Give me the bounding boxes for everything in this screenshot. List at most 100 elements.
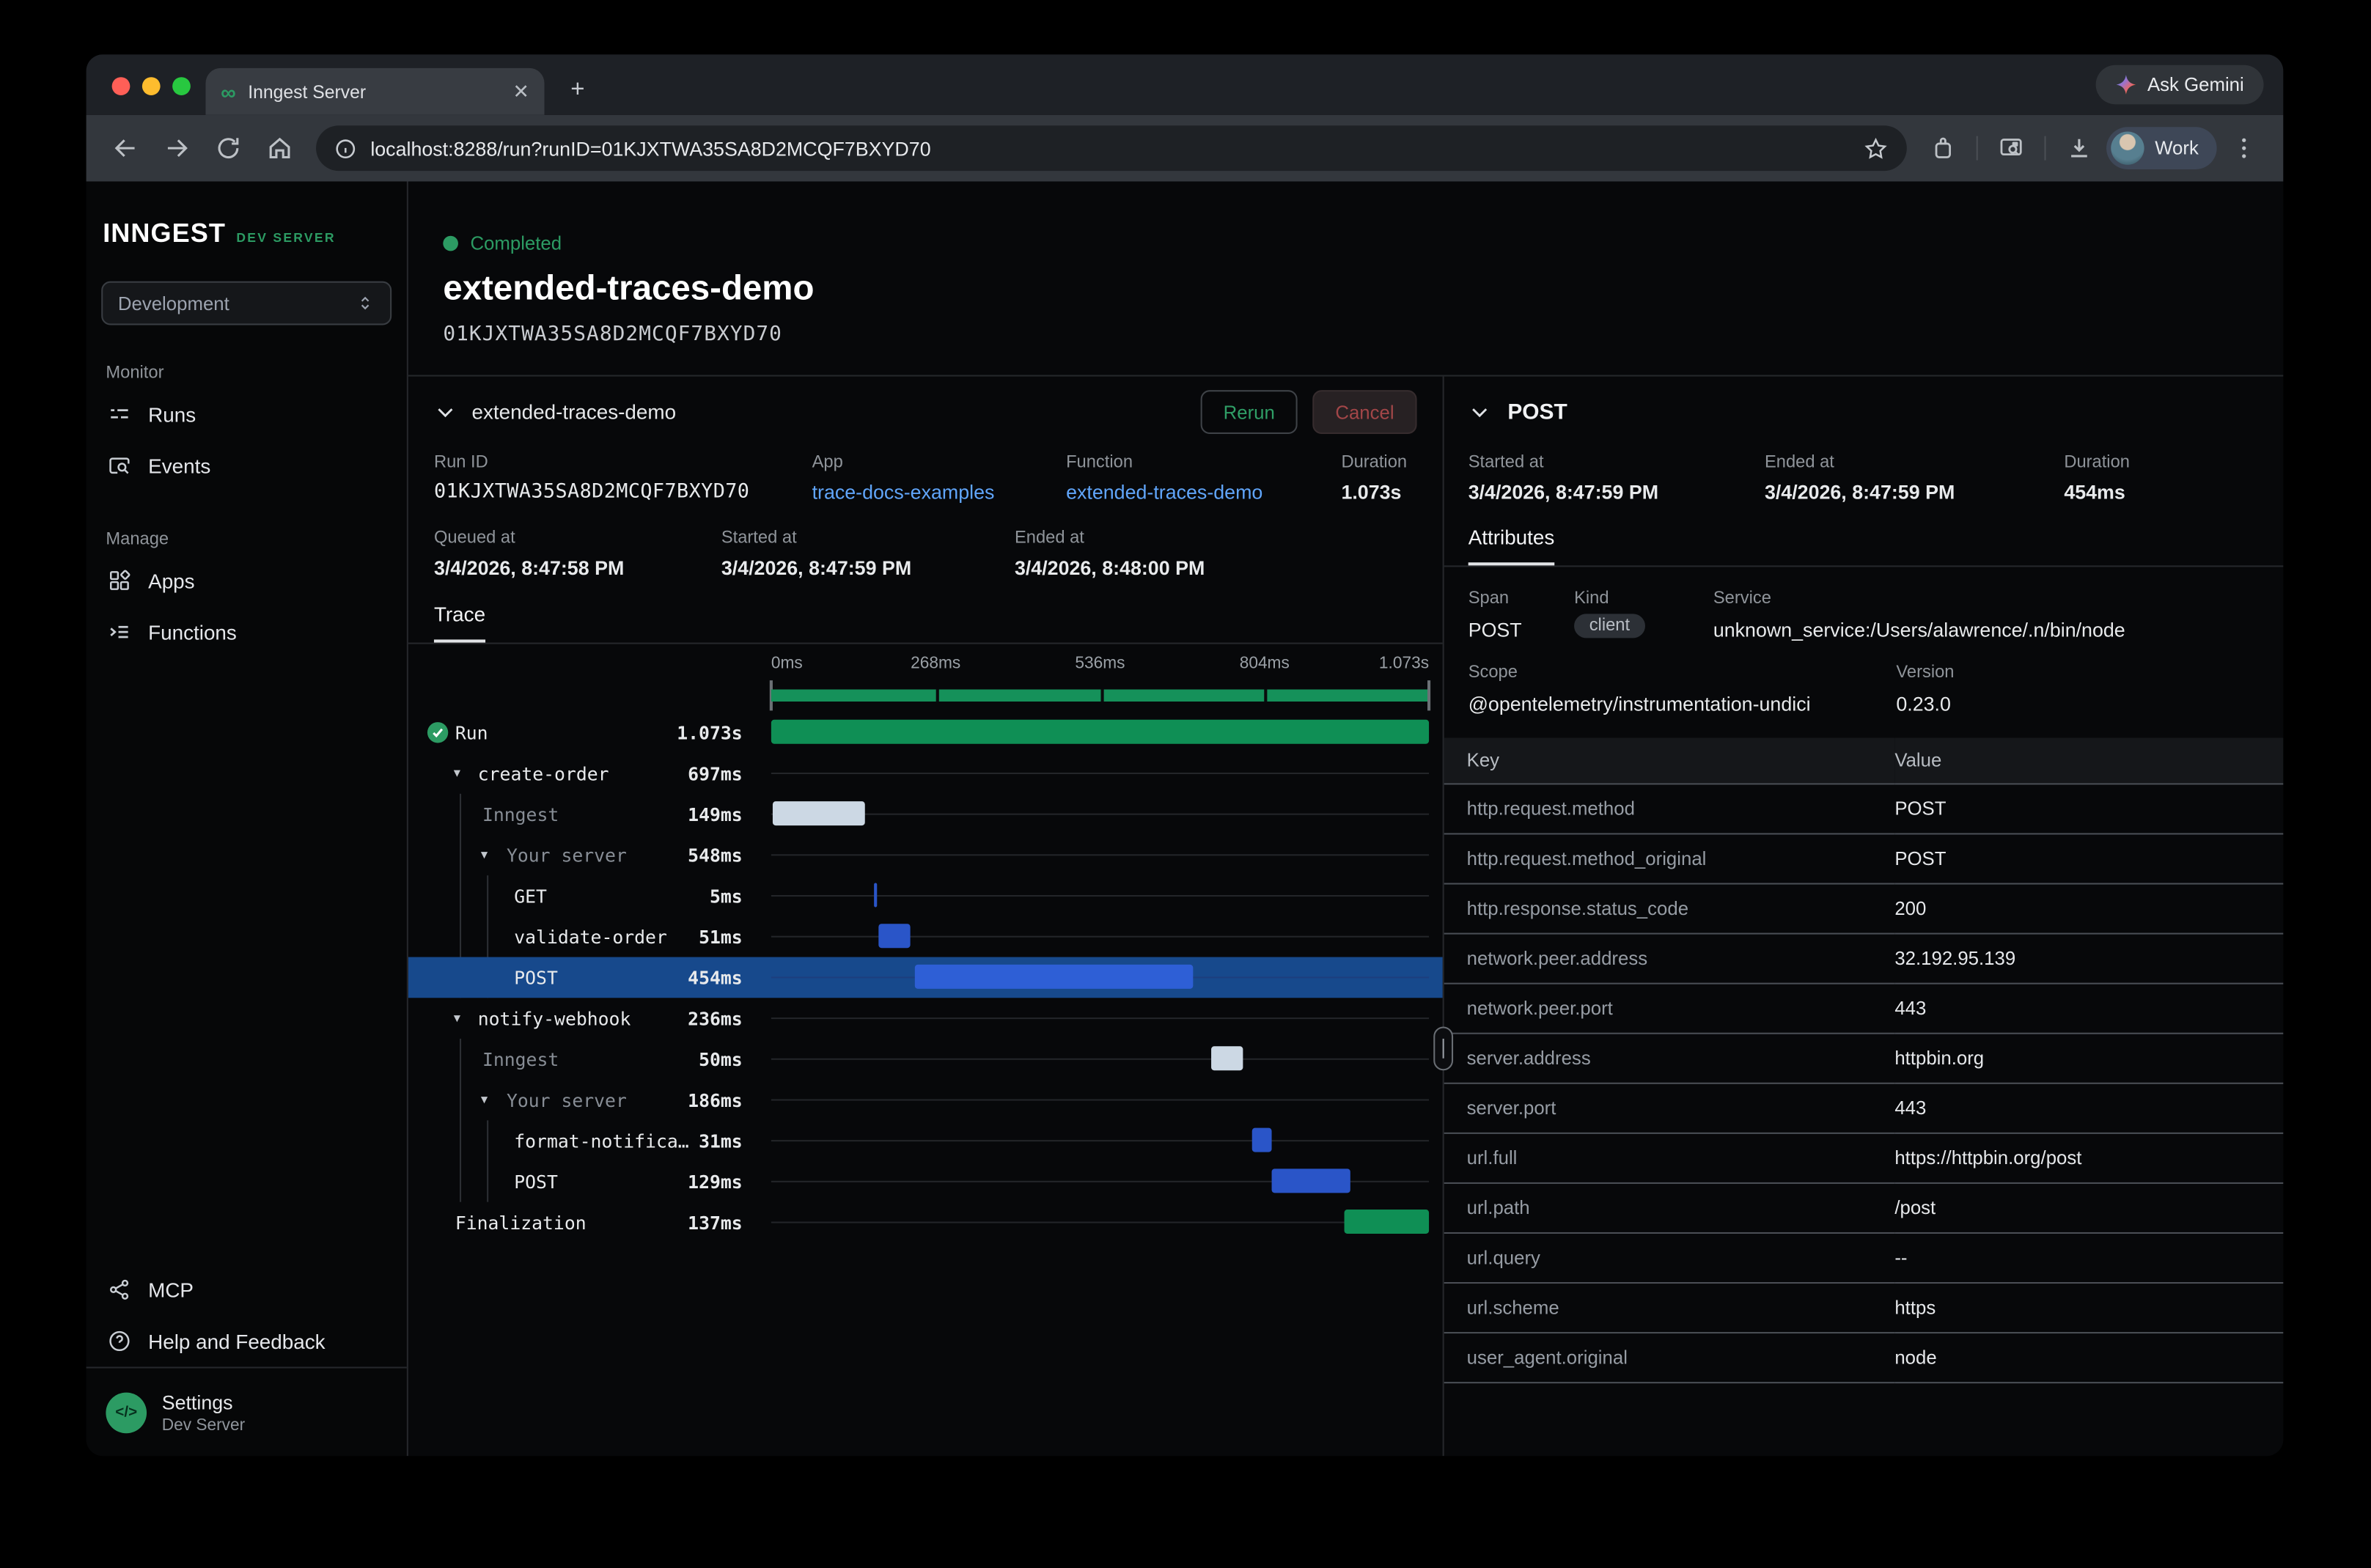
queued-at-value: 3/4/2026, 8:47:58 PM bbox=[434, 556, 721, 579]
tab-attributes[interactable]: Attributes bbox=[1468, 526, 1555, 566]
waterfall-rows: Run1.073s▾create-order697msInngest149ms▾… bbox=[408, 712, 1443, 1243]
span-duration: 548ms bbox=[688, 845, 743, 866]
span-duration: 5ms bbox=[710, 886, 743, 908]
trace-waterfall: 0ms268ms536ms804ms1.073s bbox=[408, 644, 1443, 1243]
collapse-caret-icon[interactable]: ▾ bbox=[454, 764, 460, 784]
settings-subtitle: Dev Server bbox=[162, 1416, 246, 1435]
tab-close-icon[interactable]: ✕ bbox=[512, 81, 529, 101]
cancel-button[interactable]: Cancel bbox=[1312, 390, 1416, 434]
timeline-minimap[interactable] bbox=[771, 679, 1429, 712]
trace-row[interactable]: ▾create-order697ms bbox=[408, 753, 1443, 794]
trace-row[interactable]: ▾Your server186ms bbox=[408, 1080, 1443, 1121]
app-link[interactable]: trace-docs-examples bbox=[812, 481, 1067, 504]
span-bar[interactable] bbox=[1253, 1128, 1272, 1152]
meta-label: Queued at bbox=[434, 529, 721, 548]
span-name: POST bbox=[514, 968, 558, 989]
avatar bbox=[2111, 131, 2144, 164]
tab-search-button[interactable] bbox=[1987, 124, 2035, 172]
sidebar-item-mcp[interactable]: MCP bbox=[87, 1264, 407, 1315]
trace-row[interactable]: Inngest50ms bbox=[408, 1039, 1443, 1080]
sidebar-item-functions[interactable]: Functions bbox=[87, 606, 407, 658]
tab-trace[interactable]: Trace bbox=[434, 603, 485, 643]
monitor-section-label: Monitor bbox=[106, 364, 406, 383]
address-bar[interactable]: localhost:8288/run?runID=01KJXTWA35SA8D2… bbox=[316, 125, 1907, 171]
attribute-value: node bbox=[1894, 1332, 2283, 1382]
span-bar[interactable] bbox=[773, 801, 865, 825]
chevron-down-icon[interactable] bbox=[434, 401, 457, 424]
sidebar-item-label: Runs bbox=[148, 403, 196, 426]
bookmark-star-icon[interactable] bbox=[1863, 136, 1889, 161]
sidebar-item-runs[interactable]: Runs bbox=[87, 389, 407, 440]
browser-menu-button[interactable] bbox=[2220, 124, 2268, 172]
collapse-caret-icon[interactable]: ▾ bbox=[481, 1090, 488, 1110]
home-button[interactable] bbox=[256, 124, 304, 172]
reload-button[interactable] bbox=[204, 124, 252, 172]
span-bar[interactable] bbox=[878, 924, 910, 948]
minimize-window-button[interactable] bbox=[142, 77, 161, 95]
timeline-track bbox=[771, 936, 1429, 938]
back-button[interactable] bbox=[101, 124, 150, 172]
trace-row[interactable]: Finalization137ms bbox=[408, 1202, 1443, 1243]
check-circle-icon bbox=[427, 721, 449, 744]
site-info-icon[interactable] bbox=[334, 137, 357, 160]
window-controls[interactable] bbox=[112, 77, 191, 95]
rerun-button[interactable]: Rerun bbox=[1201, 390, 1298, 434]
function-link[interactable]: extended-traces-demo bbox=[1066, 481, 1341, 504]
attribute-key: http.response.status_code bbox=[1444, 883, 1895, 933]
environment-select[interactable]: Development bbox=[101, 281, 392, 325]
new-tab-button[interactable]: + bbox=[561, 74, 594, 107]
settings-entry[interactable]: </> Settings Dev Server bbox=[87, 1367, 407, 1457]
trace-row[interactable]: format-notifica…31ms bbox=[408, 1120, 1443, 1161]
downloads-button[interactable] bbox=[2055, 124, 2103, 172]
trace-row[interactable]: Inngest149ms bbox=[408, 794, 1443, 835]
inngest-logo: INNGEST bbox=[103, 218, 226, 249]
span-duration: 31ms bbox=[699, 1131, 743, 1152]
trace-row[interactable]: POST129ms bbox=[408, 1161, 1443, 1202]
timeline-zone bbox=[771, 998, 1429, 1039]
url-text[interactable]: localhost:8288/run?runID=01KJXTWA35SA8D2… bbox=[370, 137, 1849, 160]
functions-icon bbox=[107, 620, 131, 644]
timeline-track bbox=[771, 773, 1429, 774]
attribute-row: url.query-- bbox=[1444, 1232, 2284, 1282]
trace-row[interactable]: ▾notify-webhook236ms bbox=[408, 998, 1443, 1039]
panel-resize-handle[interactable] bbox=[1433, 1026, 1453, 1070]
sidebar-item-label: Events bbox=[148, 454, 210, 477]
sidebar-item-apps[interactable]: Apps bbox=[87, 555, 407, 606]
run-accordion-title: extended-traces-demo bbox=[472, 401, 1186, 424]
minimap-tick bbox=[935, 690, 938, 702]
sidebar: INNGEST DEV SERVER Development Monitor R… bbox=[87, 182, 408, 1457]
span-bar[interactable] bbox=[914, 965, 1193, 989]
collapse-caret-icon[interactable]: ▾ bbox=[454, 1009, 460, 1028]
span-ended-at: 3/4/2026, 8:47:59 PM bbox=[1765, 481, 2064, 504]
trace-row[interactable]: ▾Your server548ms bbox=[408, 835, 1443, 876]
trace-row[interactable]: POST454ms bbox=[408, 957, 1443, 998]
timeline-zone bbox=[771, 794, 1429, 835]
extensions-button[interactable] bbox=[1919, 124, 1967, 172]
span-bar[interactable] bbox=[771, 720, 1429, 744]
trace-row[interactable]: validate-order51ms bbox=[408, 916, 1443, 957]
span-bar[interactable] bbox=[1272, 1168, 1351, 1193]
span-bar[interactable] bbox=[874, 883, 877, 908]
code-icon: </> bbox=[106, 1392, 147, 1433]
sidebar-item-events[interactable]: Events bbox=[87, 440, 407, 491]
close-window-button[interactable] bbox=[112, 77, 131, 95]
trace-row[interactable]: GET5ms bbox=[408, 875, 1443, 916]
collapse-caret-icon[interactable]: ▾ bbox=[481, 845, 488, 865]
chevron-down-icon[interactable] bbox=[1468, 401, 1491, 424]
ask-gemini-button[interactable]: Ask Gemini bbox=[2096, 65, 2264, 105]
span-accordion[interactable]: POST bbox=[1444, 377, 2284, 448]
timeline-track bbox=[771, 1017, 1429, 1019]
forward-button[interactable] bbox=[152, 124, 201, 172]
timeline-zone bbox=[771, 875, 1429, 916]
run-accordion[interactable]: extended-traces-demo Rerun Cancel bbox=[408, 377, 1443, 448]
browser-tab[interactable]: ∞ Inngest Server ✕ bbox=[206, 68, 545, 115]
maximize-window-button[interactable] bbox=[172, 77, 191, 95]
trace-row[interactable]: Run1.073s bbox=[408, 712, 1443, 753]
sidebar-item-help[interactable]: Help and Feedback bbox=[87, 1315, 407, 1366]
profile-chip[interactable]: Work bbox=[2106, 127, 2216, 169]
page-content: INNGEST DEV SERVER Development Monitor R… bbox=[87, 182, 2284, 1457]
span-bar[interactable] bbox=[1212, 1046, 1243, 1070]
download-icon bbox=[2066, 135, 2093, 162]
span-bar[interactable] bbox=[1345, 1210, 1429, 1234]
span-duration: 236ms bbox=[688, 1009, 743, 1030]
